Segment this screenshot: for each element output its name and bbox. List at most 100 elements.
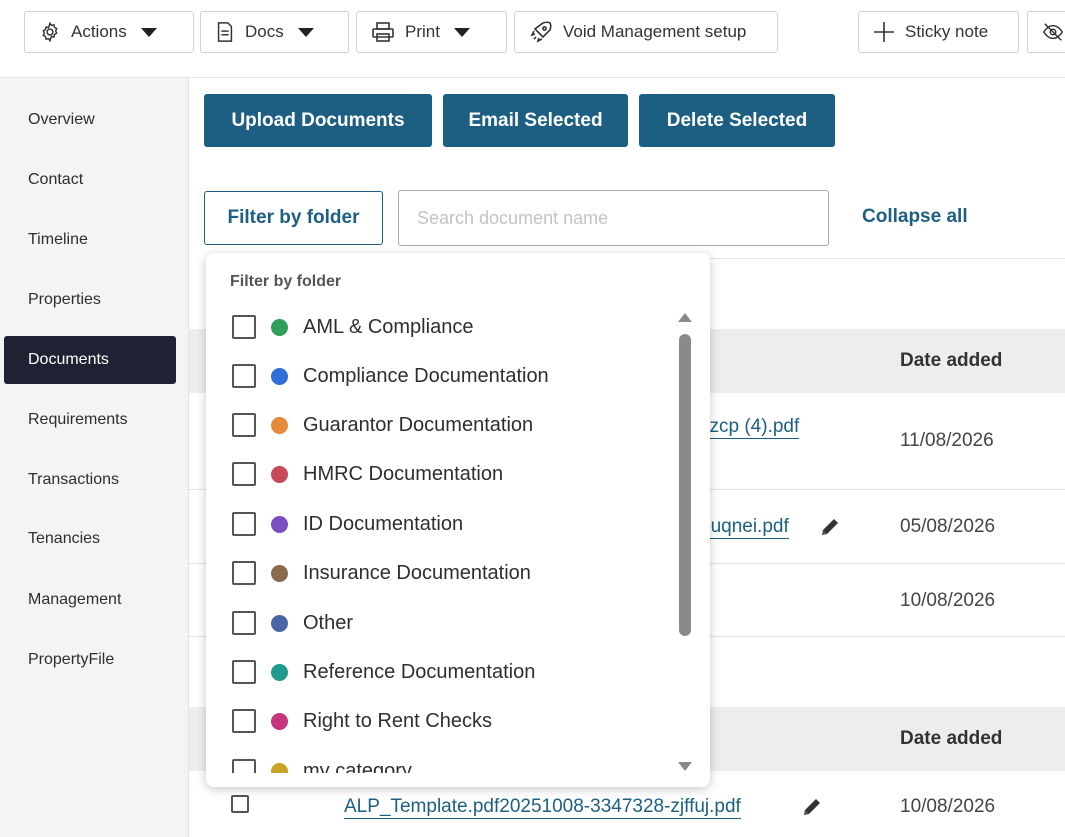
actions-dropdown-button[interactable]: Actions xyxy=(24,11,194,53)
filter-by-folder-button[interactable]: Filter by folder xyxy=(204,191,383,245)
sidebar-item-label: Documents xyxy=(28,351,109,368)
upload-documents-button[interactable]: Upload Documents xyxy=(204,94,432,147)
folder-checkbox[interactable] xyxy=(232,512,256,536)
sidebar-item-label: Properties xyxy=(28,291,101,308)
void-management-label: Void Management setup xyxy=(563,22,747,41)
folder-option[interactable]: Insurance Documentation xyxy=(232,553,531,593)
docs-label: Docs xyxy=(245,22,284,41)
folder-option[interactable]: Guarantor Documentation xyxy=(232,405,533,445)
folder-label: my category xyxy=(303,759,412,774)
folder-checkbox[interactable] xyxy=(232,462,256,486)
sidebar-item-label: Requirements xyxy=(28,411,128,428)
folder-checkbox[interactable] xyxy=(232,660,256,684)
folder-checkbox[interactable] xyxy=(232,364,256,388)
folder-option[interactable]: Reference Documentation xyxy=(232,652,535,692)
folder-color-dot xyxy=(271,416,288,434)
edit-pencil-icon[interactable] xyxy=(818,515,842,539)
folder-checkbox[interactable] xyxy=(232,611,256,635)
folder-label: Insurance Documentation xyxy=(303,561,531,584)
folder-label: Compliance Documentation xyxy=(303,364,549,387)
sidebar-item-label: Tenancies xyxy=(28,530,101,547)
sidebar-item-documents[interactable]: Documents xyxy=(4,336,176,384)
sidebar-item-label: Contact xyxy=(28,171,84,188)
collapse-all-link[interactable]: Collapse all xyxy=(862,206,968,228)
sidebar-item-management[interactable]: Management xyxy=(4,576,176,624)
delete-selected-button[interactable]: Delete Selected xyxy=(639,94,835,147)
folder-option[interactable]: Compliance Documentation xyxy=(232,356,549,396)
folder-color-dot xyxy=(271,367,288,385)
folder-option[interactable]: HMRC Documentation xyxy=(232,454,503,494)
sidebar-item-tenancies[interactable]: Tenancies xyxy=(4,515,176,563)
folder-color-dot xyxy=(271,712,288,730)
folder-list: AML & Compliance Compliance Documentatio… xyxy=(206,307,676,773)
search-document-input[interactable] xyxy=(398,190,829,246)
row-checkbox[interactable] xyxy=(231,795,249,813)
print-dropdown-button[interactable]: Print xyxy=(356,11,507,53)
date-added-value: 10/08/2026 xyxy=(900,590,996,611)
folder-label: Other xyxy=(303,611,354,634)
top-toolbar: Actions Docs Print Void Management setup… xyxy=(0,0,1065,78)
printer-icon xyxy=(372,22,394,42)
folder-label: Reference Documentation xyxy=(303,660,536,683)
eye-off-icon xyxy=(1042,23,1064,41)
folder-option[interactable]: AML & Compliance xyxy=(232,307,473,347)
sidebar-item-requirements[interactable]: Requirements xyxy=(4,396,176,444)
sidebar-item-overview[interactable]: Overview xyxy=(4,96,176,144)
sidebar-item-label: Overview xyxy=(28,111,95,128)
date-added-header: Date added xyxy=(900,728,1003,749)
document-link[interactable]: zzcp (4).pdf xyxy=(700,416,800,439)
folder-color-dot xyxy=(271,564,288,582)
sidebar-item-transactions[interactable]: Transactions xyxy=(4,456,176,504)
date-added-header: Date added xyxy=(900,350,1003,371)
folder-option[interactable]: Other xyxy=(232,603,353,643)
edit-pencil-icon[interactable] xyxy=(800,795,824,819)
document-link[interactable]: 5uqnei.pdf xyxy=(700,516,789,539)
rocket-icon xyxy=(530,21,552,43)
folder-label: HMRC Documentation xyxy=(303,462,504,485)
filter-by-folder-dropdown: Filter by folder AML & Compliance Compli… xyxy=(206,253,710,787)
sidebar-item-label: Transactions xyxy=(28,471,119,488)
folder-option[interactable]: ID Documentation xyxy=(232,504,463,544)
dropdown-scrollbar[interactable] xyxy=(678,309,692,771)
folder-color-dot xyxy=(271,663,288,681)
sidebar-nav: Overview Contact Timeline Properties Doc… xyxy=(0,78,189,837)
folder-checkbox[interactable] xyxy=(232,709,256,733)
folder-checkbox[interactable] xyxy=(232,561,256,585)
void-management-button[interactable]: Void Management setup xyxy=(514,11,778,53)
sidebar-item-timeline[interactable]: Timeline xyxy=(4,216,176,264)
email-selected-button[interactable]: Email Selected xyxy=(443,94,628,147)
dropdown-title: Filter by folder xyxy=(230,273,342,290)
folder-color-dot xyxy=(271,762,288,773)
sidebar-item-label: PropertyFile xyxy=(28,651,115,668)
folder-option[interactable]: my category xyxy=(232,751,412,773)
date-added-value: 10/08/2026 xyxy=(900,796,996,817)
chevron-down-icon xyxy=(453,27,470,37)
folder-checkbox[interactable] xyxy=(232,759,256,773)
folder-option[interactable]: Right to Rent Checks xyxy=(232,701,492,741)
plus-icon xyxy=(874,22,894,42)
docs-dropdown-button[interactable]: Docs xyxy=(200,11,349,53)
folder-label: Right to Rent Checks xyxy=(303,709,492,732)
print-label: Print xyxy=(405,22,440,41)
document-icon xyxy=(217,22,233,42)
folder-checkbox[interactable] xyxy=(232,315,256,339)
scrollbar-thumb[interactable] xyxy=(679,334,691,636)
sidebar-item-label: Management xyxy=(28,591,122,608)
sidebar-item-properties[interactable]: Properties xyxy=(4,276,176,324)
sticky-note-button[interactable]: Sticky note xyxy=(858,11,1019,53)
scroll-up-arrow-icon[interactable] xyxy=(678,313,692,322)
scroll-down-arrow-icon[interactable] xyxy=(678,762,692,771)
folder-checkbox[interactable] xyxy=(232,413,256,437)
folder-color-dot xyxy=(271,614,288,632)
date-added-value: 11/08/2026 xyxy=(900,430,994,451)
folder-label: ID Documentation xyxy=(303,512,464,535)
sidebar-item-label: Timeline xyxy=(28,231,88,248)
date-added-value: 05/08/2026 xyxy=(900,516,996,537)
sidebar-item-propertyfile[interactable]: PropertyFile xyxy=(4,636,176,684)
folder-color-dot xyxy=(271,515,288,533)
gear-icon xyxy=(42,21,58,43)
folder-color-dot xyxy=(271,318,288,336)
sidebar-item-contact[interactable]: Contact xyxy=(4,156,176,204)
document-link[interactable]: ALP_Template.pdf20251008-3347328-zjffuj.… xyxy=(344,796,741,819)
hide-button[interactable] xyxy=(1027,11,1065,53)
